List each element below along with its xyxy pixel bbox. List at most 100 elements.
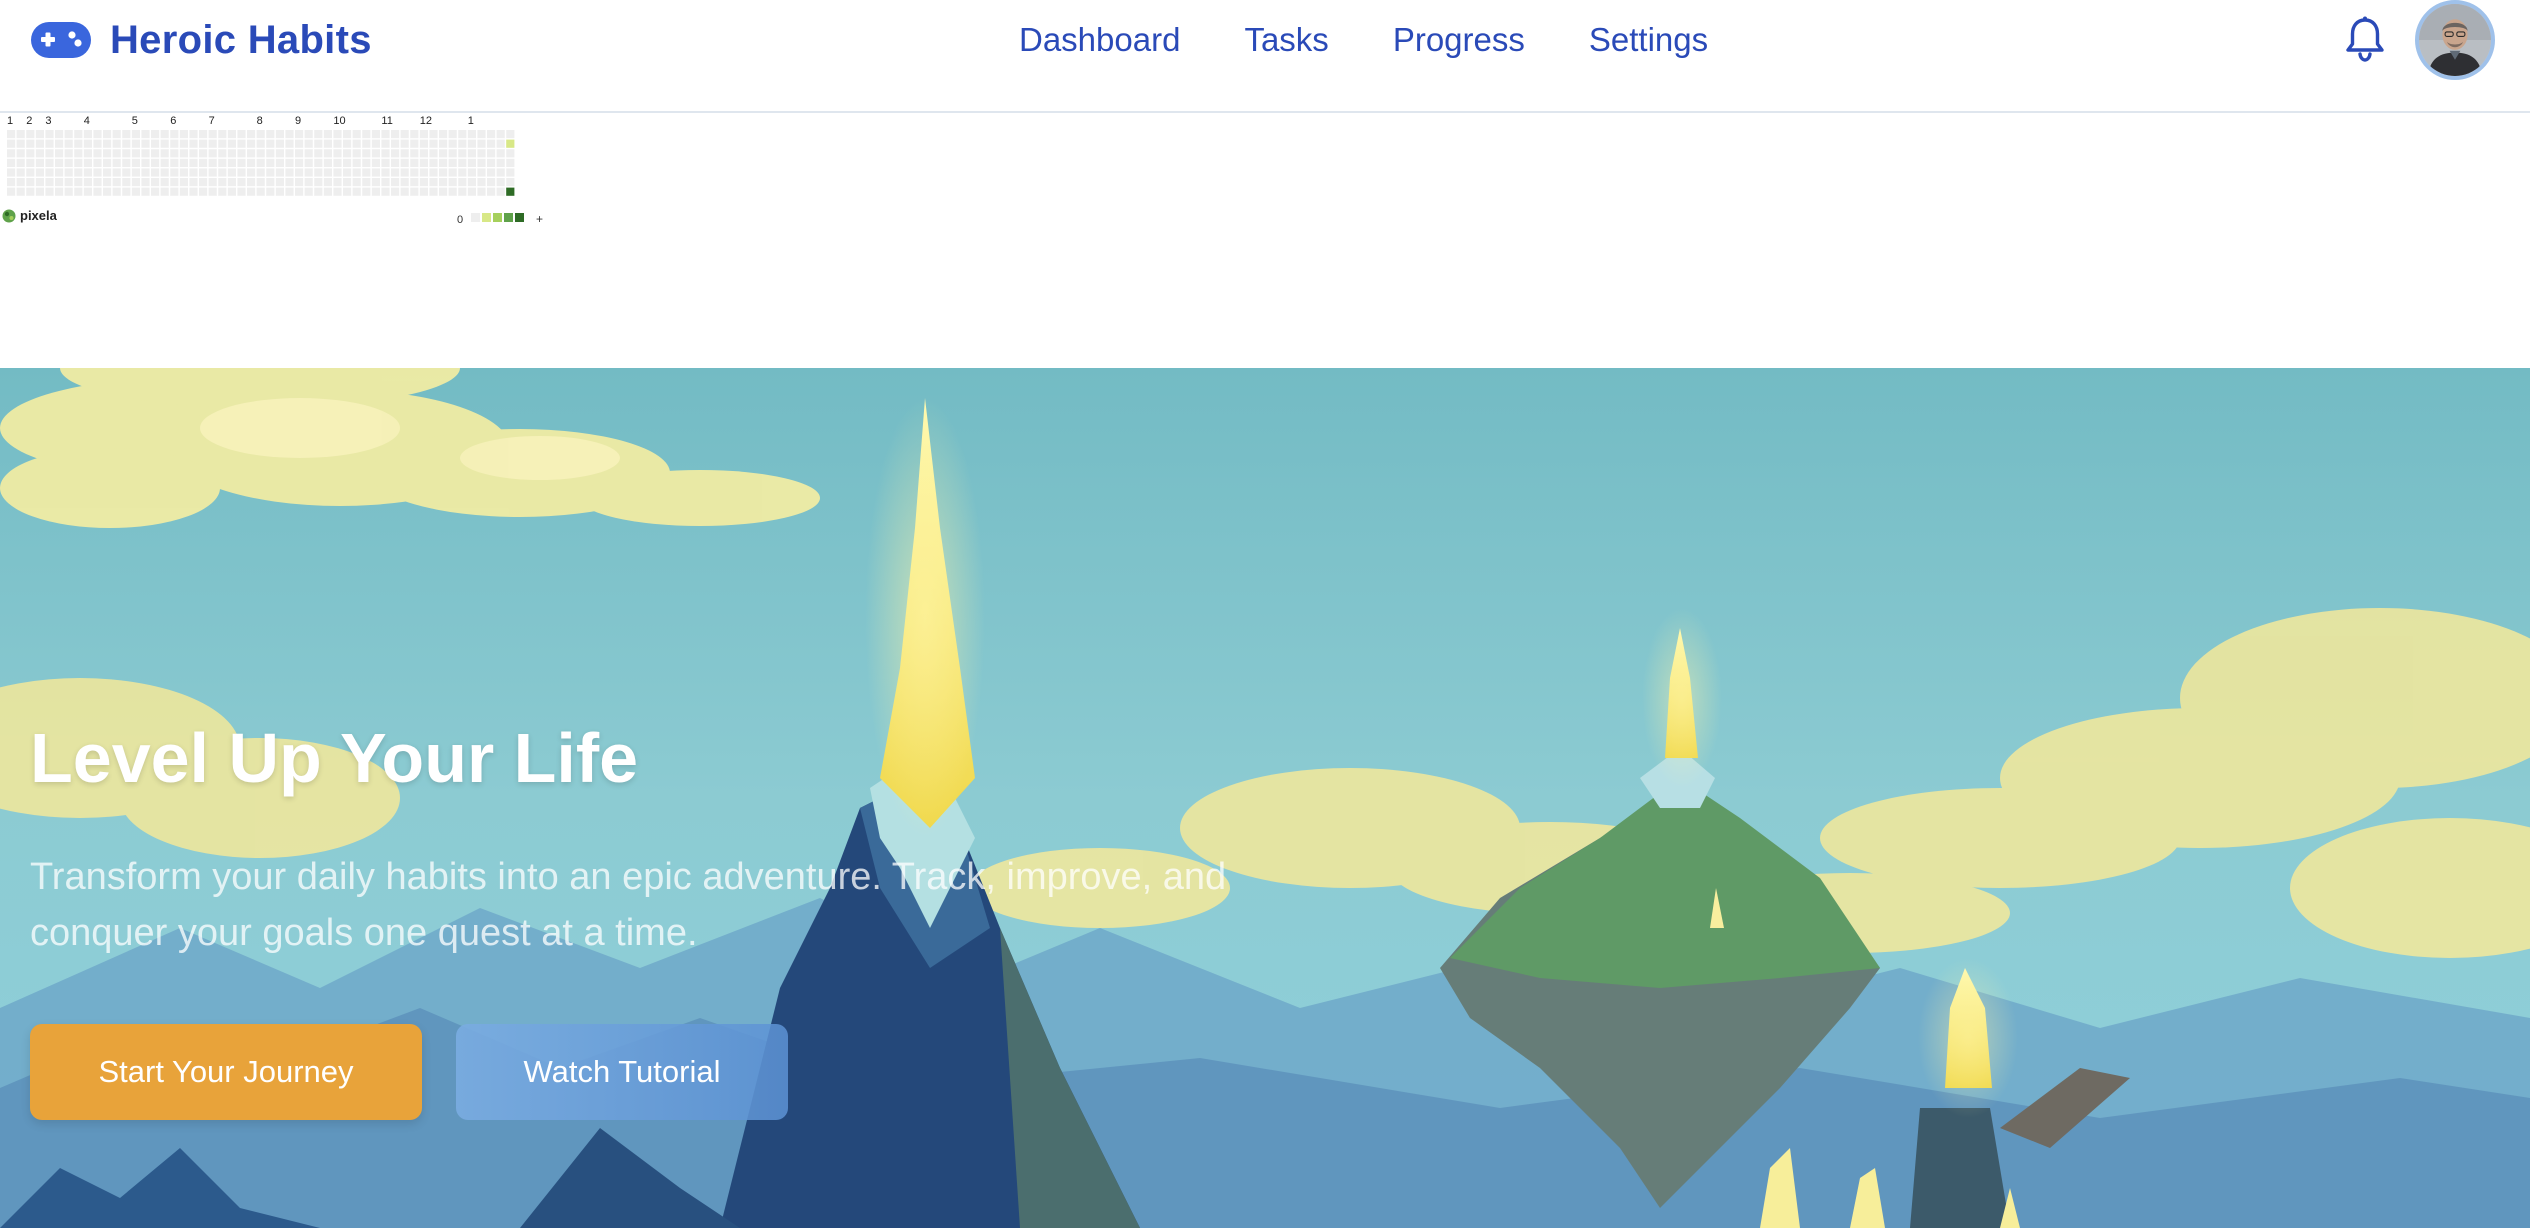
heatmap-cell xyxy=(170,187,179,196)
heatmap-cell xyxy=(477,139,486,148)
heatmap-cell xyxy=(93,130,102,139)
heatmap-cell xyxy=(227,130,236,139)
heatmap-cell xyxy=(83,168,92,177)
heatmap-cell xyxy=(55,178,64,187)
heatmap-cell xyxy=(467,178,476,187)
heatmap-cell xyxy=(237,158,246,167)
heatmap-cell xyxy=(93,178,102,187)
heatmap-cell xyxy=(352,158,361,167)
heatmap-cell xyxy=(131,139,140,148)
heatmap-cell xyxy=(410,178,419,187)
legend-swatch xyxy=(515,213,524,222)
heatmap-cell xyxy=(266,178,275,187)
heatmap-cell xyxy=(45,158,54,167)
bell-icon[interactable] xyxy=(2344,16,2386,62)
heatmap-cell xyxy=(477,178,486,187)
month-label: 6 xyxy=(170,115,176,127)
heatmap-cell xyxy=(26,178,35,187)
heatmap-cell xyxy=(285,158,294,167)
heatmap-cell xyxy=(256,178,265,187)
heatmap-cell xyxy=(429,139,438,148)
heatmap-cell xyxy=(74,139,83,148)
heatmap-cell xyxy=(112,168,121,177)
heatmap-cell xyxy=(285,139,294,148)
heatmap-cell xyxy=(179,168,188,177)
heatmap-cell xyxy=(45,149,54,158)
nav-tasks[interactable]: Tasks xyxy=(1244,21,1328,59)
heatmap-cell xyxy=(26,158,35,167)
heatmap-cell xyxy=(362,130,371,139)
heatmap-cell xyxy=(458,139,467,148)
heatmap-cell xyxy=(439,130,448,139)
month-label: 9 xyxy=(295,115,301,127)
heatmap-cell xyxy=(112,139,121,148)
heatmap-cell xyxy=(179,149,188,158)
heatmap-cell xyxy=(218,158,227,167)
user-avatar[interactable] xyxy=(2415,0,2495,80)
heatmap-cell xyxy=(400,168,409,177)
heatmap-cell xyxy=(131,168,140,177)
heatmap-cell xyxy=(247,168,256,177)
heatmap-cell xyxy=(35,130,44,139)
heatmap-cell xyxy=(458,158,467,167)
heatmap-cell xyxy=(16,158,25,167)
nav-progress[interactable]: Progress xyxy=(1393,21,1525,59)
nav-settings[interactable]: Settings xyxy=(1589,21,1708,59)
legend-swatch xyxy=(482,213,491,222)
heatmap-cell xyxy=(506,187,515,196)
heatmap-cell xyxy=(419,187,428,196)
heatmap-cell xyxy=(285,130,294,139)
brand-link[interactable]: Heroic Habits xyxy=(30,18,372,62)
heatmap-cell xyxy=(35,158,44,167)
heatmap-cell xyxy=(26,130,35,139)
heatmap-cell xyxy=(323,158,332,167)
heatmap-cell xyxy=(487,187,496,196)
heatmap-cell xyxy=(7,130,16,139)
heatmap-cell xyxy=(467,149,476,158)
month-label: 1 xyxy=(468,115,474,127)
heatmap-cell xyxy=(218,149,227,158)
heatmap-cell xyxy=(333,149,342,158)
heatmap-cell xyxy=(218,139,227,148)
heatmap-cell xyxy=(93,139,102,148)
heatmap-cell xyxy=(26,149,35,158)
heatmap-cell xyxy=(400,130,409,139)
heatmap-cell xyxy=(266,139,275,148)
heatmap-cell xyxy=(64,130,73,139)
heatmap-cell xyxy=(256,149,265,158)
heatmap-cell xyxy=(343,158,352,167)
watch-tutorial-button[interactable]: Watch Tutorial xyxy=(456,1024,788,1120)
start-journey-button[interactable]: Start Your Journey xyxy=(30,1024,422,1120)
heatmap-cell xyxy=(381,149,390,158)
heatmap-cell xyxy=(112,149,121,158)
heatmap-cell xyxy=(275,178,284,187)
heatmap-cell xyxy=(410,158,419,167)
heatmap-cell xyxy=(122,158,131,167)
heatmap-cell xyxy=(381,139,390,148)
heatmap-cell xyxy=(448,178,457,187)
heatmap-cell xyxy=(295,158,304,167)
heatmap-cell xyxy=(391,178,400,187)
heatmap-cell xyxy=(122,130,131,139)
heatmap-cell xyxy=(458,149,467,158)
month-label: 7 xyxy=(209,115,215,127)
heatmap-cell xyxy=(208,187,217,196)
heatmap-cell xyxy=(496,149,505,158)
heatmap-cell xyxy=(83,149,92,158)
month-label: 5 xyxy=(132,115,138,127)
heatmap-cell xyxy=(7,187,16,196)
heatmap-cell xyxy=(314,149,323,158)
heatmap-cell xyxy=(35,187,44,196)
heatmap-cell xyxy=(362,187,371,196)
heatmap-cell xyxy=(448,149,457,158)
heatmap-cell xyxy=(160,168,169,177)
heatmap-cell xyxy=(93,158,102,167)
heatmap-cell xyxy=(362,149,371,158)
heatmap-cell xyxy=(141,130,150,139)
heatmap-cell xyxy=(83,178,92,187)
heatmap-cell xyxy=(323,130,332,139)
heatmap-cell xyxy=(333,130,342,139)
heatmap-cell xyxy=(237,149,246,158)
nav-dashboard[interactable]: Dashboard xyxy=(1019,21,1180,59)
heatmap-cell xyxy=(275,158,284,167)
